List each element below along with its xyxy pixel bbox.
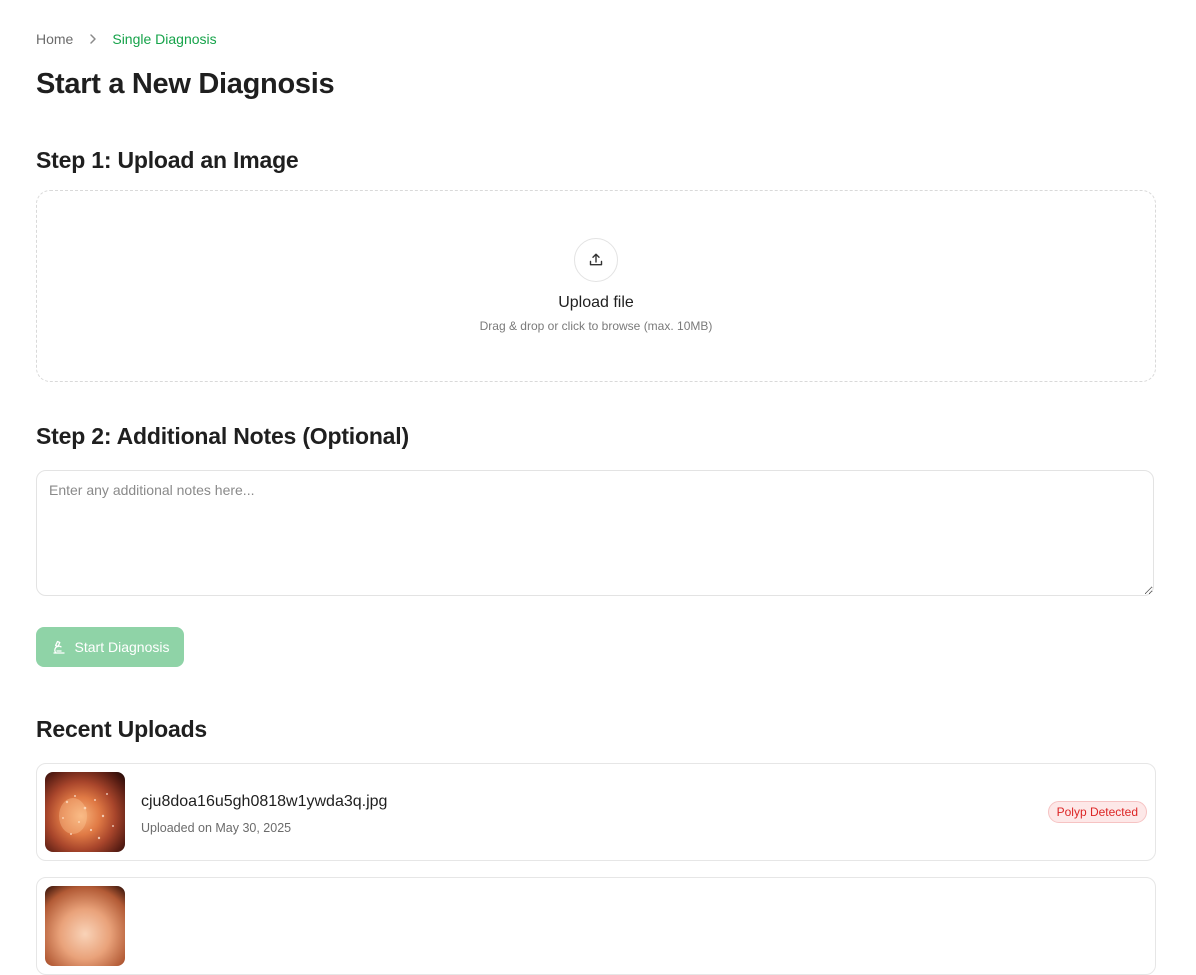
- step1-title: Step 1: Upload an Image: [36, 147, 299, 173]
- upload-hint: Drag & drop or click to browse (max. 10M…: [479, 319, 713, 333]
- breadcrumb-home-link[interactable]: Home: [36, 31, 73, 47]
- upload-dropzone[interactable]: Upload file Drag & drop or click to brow…: [36, 190, 1156, 382]
- upload-title: Upload file: [558, 294, 634, 311]
- recent-upload-item[interactable]: cju8doa16u5gh0818w1ywda3q.jpg Uploaded o…: [36, 763, 1156, 861]
- microscope-icon: [51, 639, 67, 655]
- upload-thumbnail: [45, 886, 125, 966]
- breadcrumb: Home Single Diagnosis: [36, 31, 217, 47]
- page-title: Start a New Diagnosis: [36, 68, 335, 100]
- recent-upload-item[interactable]: [36, 877, 1156, 975]
- chevron-right-icon: [85, 31, 101, 47]
- step2-title: Step 2: Additional Notes (Optional): [36, 423, 409, 449]
- start-diagnosis-label: Start Diagnosis: [74, 639, 170, 655]
- upload-file-name: cju8doa16u5gh0818w1ywda3q.jpg: [141, 793, 388, 810]
- start-diagnosis-button[interactable]: Start Diagnosis: [36, 627, 184, 667]
- upload-icon: [574, 238, 618, 282]
- status-badge: Polyp Detected: [1047, 801, 1147, 823]
- breadcrumb-current: Single Diagnosis: [112, 31, 217, 47]
- upload-thumbnail: [45, 772, 125, 852]
- notes-textarea[interactable]: [36, 470, 1154, 596]
- recent-uploads-title: Recent Uploads: [36, 716, 208, 742]
- upload-date: Uploaded on May 30, 2025: [141, 821, 292, 835]
